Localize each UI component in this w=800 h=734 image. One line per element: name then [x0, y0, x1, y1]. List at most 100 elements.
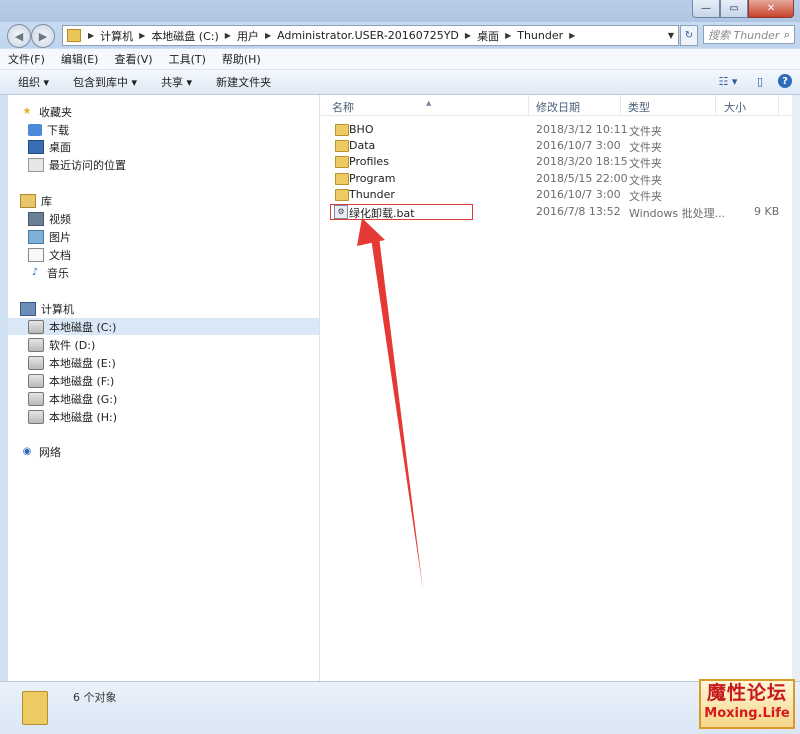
breadcrumb-computer[interactable]: 计算机	[97, 28, 136, 44]
sidebar-item-documents[interactable]: 文档	[28, 246, 339, 263]
refresh-button[interactable]: ↻	[680, 25, 698, 46]
library-icon	[20, 193, 36, 208]
file-row-program[interactable]: Program 2018/5/15 22:00 文件夹	[320, 170, 792, 187]
file-row-bho[interactable]: BHO 2018/3/12 10:11 文件夹	[320, 121, 792, 138]
sidebar-item-label: 本地磁盘 (E:)	[49, 356, 116, 370]
column-divider[interactable]	[620, 95, 621, 115]
computer-icon	[20, 301, 36, 316]
hard-drive-icon	[28, 337, 44, 352]
column-divider[interactable]	[715, 95, 716, 115]
close-button[interactable]: ✕	[748, 0, 794, 18]
file-row-thunder[interactable]: Thunder 2016/10/7 3:00 文件夹	[320, 186, 792, 203]
sidebar-item-label: 桌面	[49, 140, 71, 154]
help-icon[interactable]: ?	[778, 74, 792, 88]
sidebar-item-pictures[interactable]: 图片	[28, 228, 339, 245]
chevron-right-icon[interactable]: ▶	[462, 31, 474, 40]
chevron-right-icon[interactable]: ▶	[262, 31, 274, 40]
chevron-right-icon[interactable]: ▶	[502, 31, 514, 40]
hard-drive-icon	[28, 319, 44, 334]
sidebar-item-drive-d[interactable]: 软件 (D:)	[28, 336, 339, 353]
chevron-right-icon[interactable]: ▶	[136, 31, 148, 40]
file-name: Profiles	[349, 155, 389, 168]
sidebar-item-label: 本地磁盘 (F:)	[49, 374, 115, 388]
folder-icon	[67, 29, 81, 42]
sidebar-item-drive-g[interactable]: 本地磁盘 (G:)	[28, 390, 339, 407]
file-date: 2018/3/20 18:15	[536, 155, 628, 168]
sidebar-favorites[interactable]: ★ 收藏夹	[20, 103, 331, 120]
file-date: 2016/10/7 3:00	[536, 188, 621, 201]
status-bar: 6 个对象	[0, 681, 800, 734]
share-button[interactable]: 共享 ▾	[149, 74, 204, 90]
maximize-button[interactable]: ▭	[720, 0, 748, 18]
column-type[interactable]: 类型	[628, 99, 650, 115]
chevron-right-icon[interactable]: ▶	[566, 31, 578, 40]
new-folder-button[interactable]: 新建文件夹	[204, 74, 283, 90]
file-row-profiles[interactable]: Profiles 2018/3/20 18:15 文件夹	[320, 153, 792, 170]
view-options-icon[interactable]: ☷ ▾	[714, 73, 742, 89]
file-date: 2016/10/7 3:00	[536, 139, 621, 152]
window-edge	[792, 95, 800, 681]
breadcrumb-thunder[interactable]: Thunder	[514, 29, 566, 42]
sidebar-item-drive-c[interactable]: 本地磁盘 (C:)	[8, 318, 319, 335]
breadcrumb-drive-c[interactable]: 本地磁盘 (C:)	[148, 28, 221, 44]
include-library-button[interactable]: 包含到库中 ▾	[61, 74, 149, 90]
file-list: ▲ 名称 修改日期 类型 大小 BHO 2018/3/12 10:11 文件夹 …	[320, 95, 792, 681]
sidebar-item-label: 收藏夹	[39, 105, 72, 119]
preview-pane-icon[interactable]: ▯	[752, 73, 768, 89]
sidebar-item-desktop[interactable]: 桌面	[28, 138, 339, 155]
column-divider[interactable]	[528, 95, 529, 115]
chevron-right-icon[interactable]: ▶	[85, 31, 97, 40]
chevron-down-icon[interactable]: ▼	[664, 31, 678, 40]
hard-drive-icon	[28, 373, 44, 388]
forward-button[interactable]: ▶	[31, 24, 55, 48]
sidebar-item-drive-h[interactable]: 本地磁盘 (H:)	[28, 408, 339, 425]
search-input[interactable]: 搜索 Thunder ⌕	[703, 25, 795, 44]
sidebar-item-drive-e[interactable]: 本地磁盘 (E:)	[28, 354, 339, 371]
music-note-icon: ♪	[31, 267, 39, 278]
sidebar-item-videos[interactable]: 视频	[28, 210, 339, 227]
menu-edit[interactable]: 编辑(E)	[53, 51, 107, 67]
minimize-button[interactable]: —	[692, 0, 720, 18]
folder-icon	[335, 124, 349, 136]
command-bar: 组织 ▾ 包含到库中 ▾ 共享 ▾ 新建文件夹 ☷ ▾ ▯ ?	[0, 70, 800, 95]
sidebar-item-drive-f[interactable]: 本地磁盘 (F:)	[28, 372, 339, 389]
file-row-data[interactable]: Data 2016/10/7 3:00 文件夹	[320, 137, 792, 154]
menu-help[interactable]: 帮助(H)	[214, 51, 269, 67]
column-size[interactable]: 大小	[724, 99, 746, 115]
file-size: 9 KB	[754, 205, 780, 218]
menu-view[interactable]: 查看(V)	[106, 51, 160, 67]
organize-button[interactable]: 组织 ▾	[0, 74, 61, 90]
sidebar-item-music[interactable]: ♪ 音乐	[28, 264, 339, 281]
watermark-title: 魔性论坛	[706, 682, 787, 704]
sidebar-computer[interactable]: 计算机	[20, 300, 331, 317]
breadcrumb-desktop[interactable]: 桌面	[474, 28, 502, 44]
file-date: 2016/7/8 13:52	[536, 205, 621, 218]
sidebar-item-label: 音乐	[47, 266, 69, 280]
column-divider[interactable]	[778, 95, 779, 115]
recent-places-icon	[28, 157, 44, 172]
document-library-icon	[28, 247, 44, 262]
column-name[interactable]: 名称	[332, 99, 354, 115]
address-bar[interactable]: ▶ 计算机 ▶ 本地磁盘 (C:) ▶ 用户 ▶ Administrator.U…	[62, 25, 679, 46]
column-date[interactable]: 修改日期	[536, 99, 580, 115]
folder-icon	[22, 691, 48, 725]
title-bar: — ▭ ✕	[0, 0, 800, 22]
hard-drive-icon	[28, 409, 44, 424]
back-button[interactable]: ◀	[7, 24, 31, 48]
chevron-right-icon[interactable]: ▶	[222, 31, 234, 40]
sidebar-libraries[interactable]: 库	[20, 192, 331, 209]
sidebar-item-label: 本地磁盘 (G:)	[49, 392, 118, 406]
breadcrumb-users[interactable]: 用户	[234, 28, 262, 44]
breadcrumb-user[interactable]: Administrator.USER-20160725YD	[274, 29, 462, 42]
search-icon: ⌕	[783, 27, 790, 41]
sidebar-item-recent[interactable]: 最近访问的位置	[28, 156, 339, 173]
menu-file[interactable]: 文件(F)	[0, 51, 53, 67]
menu-tools[interactable]: 工具(T)	[161, 51, 214, 67]
desktop-icon	[28, 139, 44, 154]
refresh-icon: ↻	[684, 30, 694, 41]
sidebar-item-label: 本地磁盘 (H:)	[49, 410, 118, 424]
sidebar-item-downloads[interactable]: 下载	[28, 121, 339, 138]
file-type: 文件夹	[629, 190, 662, 203]
breadcrumb: ▶ 计算机 ▶ 本地磁盘 (C:) ▶ 用户 ▶ Administrator.U…	[85, 28, 664, 44]
sidebar-network[interactable]: ◉ 网络	[20, 443, 331, 460]
